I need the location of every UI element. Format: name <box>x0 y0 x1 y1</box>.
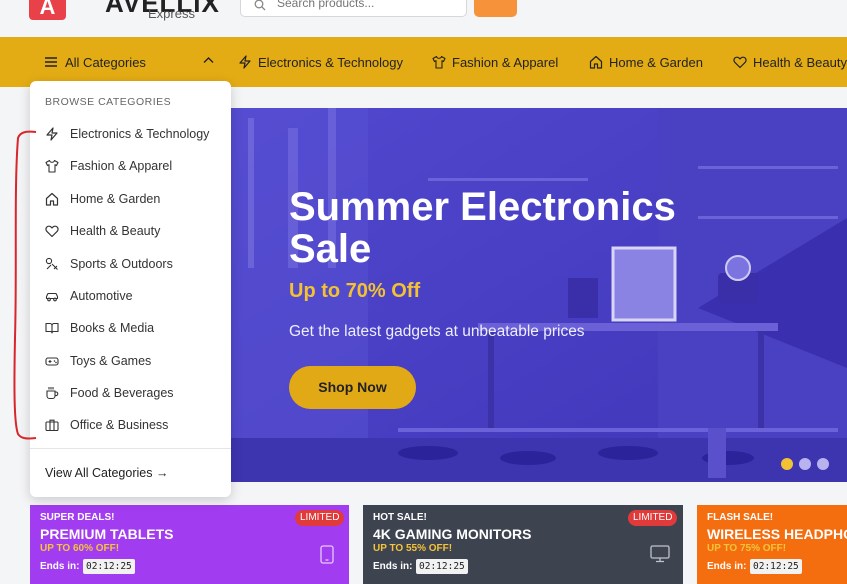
site-header: A AVELLIX Express <box>0 0 847 37</box>
limited-badge: LIMITED <box>628 510 678 526</box>
deal-ends-label: Ends in: <box>373 561 413 572</box>
dropdown-item-label: Books & Media <box>70 321 155 335</box>
dropdown-item-label: Toys & Games <box>70 354 152 368</box>
dropdown-item-toys[interactable]: Toys & Games <box>45 351 151 371</box>
all-categories-toggle[interactable]: All Categories <box>45 37 146 87</box>
nav-item-label: Home & Garden <box>609 54 703 70</box>
chevron-up-icon[interactable] <box>203 56 214 64</box>
dropdown-item-label: Electronics & Technology <box>70 127 210 141</box>
shirt-icon <box>45 159 59 173</box>
dropdown-item-label: Office & Business <box>70 418 169 432</box>
sports-icon <box>45 257 58 270</box>
categories-dropdown: BROWSE CATEGORIES Electronics & Technolo… <box>30 81 231 497</box>
logo-icon[interactable]: A <box>29 0 66 20</box>
dropdown-item-automotive[interactable]: Automotive <box>45 286 133 306</box>
cup-icon <box>46 387 59 400</box>
deal-ends-label: Ends in: <box>40 561 80 572</box>
hero-banner[interactable]: Summer Electronics Sale Up to 70% Off Ge… <box>228 108 847 482</box>
search-box[interactable] <box>240 0 467 17</box>
dropdown-item-label: Fashion & Apparel <box>70 159 173 173</box>
dropdown-item-sports[interactable]: Sports & Outdoors <box>45 254 173 274</box>
nav-item-label: Electronics & Technology <box>258 54 404 70</box>
dropdown-item-food[interactable]: Food & Beverages <box>45 383 174 403</box>
bolt-icon <box>46 127 58 141</box>
dropdown-item-label: Food & Beverages <box>70 386 174 400</box>
deal-title: WIRELESS HEADPHONES <box>707 526 847 542</box>
nav-item-fashion[interactable]: Fashion & Apparel <box>432 37 558 87</box>
deal-title: 4K GAMING MONITORS <box>373 526 532 542</box>
book-icon <box>45 322 59 334</box>
car-icon <box>45 292 59 302</box>
dropdown-title: BROWSE CATEGORIES <box>45 96 172 108</box>
home-icon <box>45 192 59 206</box>
all-categories-label: All Categories <box>65 54 146 70</box>
shop-now-button[interactable]: Shop Now <box>289 366 416 409</box>
search-button[interactable] <box>474 0 517 17</box>
heart-icon <box>733 56 747 69</box>
dropdown-item-label: Home & Garden <box>70 192 161 206</box>
home-icon <box>589 55 603 69</box>
dropdown-item-home[interactable]: Home & Garden <box>45 189 160 209</box>
briefcase-icon <box>45 419 59 432</box>
deal-timer: 02:12:25 <box>750 559 802 574</box>
deal-title: PREMIUM TABLETS <box>40 526 174 542</box>
hero-description: Get the latest gadgets at unbeatable pri… <box>289 323 585 340</box>
slide-dot[interactable] <box>817 458 829 470</box>
nav-item-health[interactable]: Health & Beauty <box>733 37 847 87</box>
search-icon <box>254 0 266 11</box>
dropdown-item-label: Sports & Outdoors <box>70 257 173 271</box>
dropdown-item-office[interactable]: Office & Business <box>45 415 168 435</box>
deal-tag: SUPER DEALS! <box>40 512 115 523</box>
deal-ends-label: Ends in: <box>707 561 747 572</box>
dropdown-item-electronics[interactable]: Electronics & Technology <box>45 124 209 144</box>
category-navbar: All Categories Electronics & Technology … <box>0 37 847 87</box>
tablet-icon <box>320 545 334 564</box>
hero-title: Summer Electronics Sale <box>289 185 676 271</box>
dropdown-item-fashion[interactable]: Fashion & Apparel <box>45 156 172 176</box>
deal-tag: FLASH SALE! <box>707 512 774 523</box>
dropdown-item-health[interactable]: Health & Beauty <box>45 221 160 241</box>
nav-item-electronics[interactable]: Electronics & Technology <box>238 37 403 87</box>
dropdown-divider <box>30 448 231 449</box>
heart-icon <box>45 225 59 238</box>
search-input[interactable] <box>277 0 457 10</box>
deal-discount: UP TO 75% OFF! <box>707 543 787 554</box>
bolt-icon <box>239 55 251 69</box>
view-all-categories-link[interactable]: View All Categories → <box>45 466 168 480</box>
deal-tag: HOT SALE! <box>373 512 427 523</box>
deal-timer: 02:12:25 <box>83 559 135 574</box>
deal-discount: UP TO 60% OFF! <box>40 543 120 554</box>
deal-card-headphones[interactable]: FLASH SALE! WIRELESS HEADPHONES UP TO 75… <box>697 505 847 584</box>
dropdown-item-label: Health & Beauty <box>70 224 161 238</box>
monitor-icon <box>650 545 670 563</box>
nav-item-label: Fashion & Apparel <box>452 54 559 70</box>
limited-badge: LIMITED <box>295 510 345 526</box>
deal-discount: UP TO 55% OFF! <box>373 543 453 554</box>
slide-dot-active[interactable] <box>781 458 793 470</box>
menu-icon <box>45 57 57 67</box>
dropdown-item-books[interactable]: Books & Media <box>45 318 154 338</box>
gamepad-icon <box>45 357 59 366</box>
annotation-bracket <box>13 130 37 440</box>
deal-timer: 02:12:25 <box>416 559 468 574</box>
shirt-icon <box>432 55 446 69</box>
nav-item-label: Health & Beauty <box>753 54 847 70</box>
deal-card-tablets[interactable]: SUPER DEALS! PREMIUM TABLETS UP TO 60% O… <box>30 505 349 584</box>
dropdown-item-label: Automotive <box>70 289 133 303</box>
logo-subtitle: Express <box>148 6 195 21</box>
slide-dot[interactable] <box>799 458 811 470</box>
hero-subtitle: Up to 70% Off <box>289 280 421 302</box>
deal-card-monitors[interactable]: HOT SALE! 4K GAMING MONITORS UP TO 55% O… <box>363 505 683 584</box>
nav-item-home[interactable]: Home & Garden <box>589 37 703 87</box>
